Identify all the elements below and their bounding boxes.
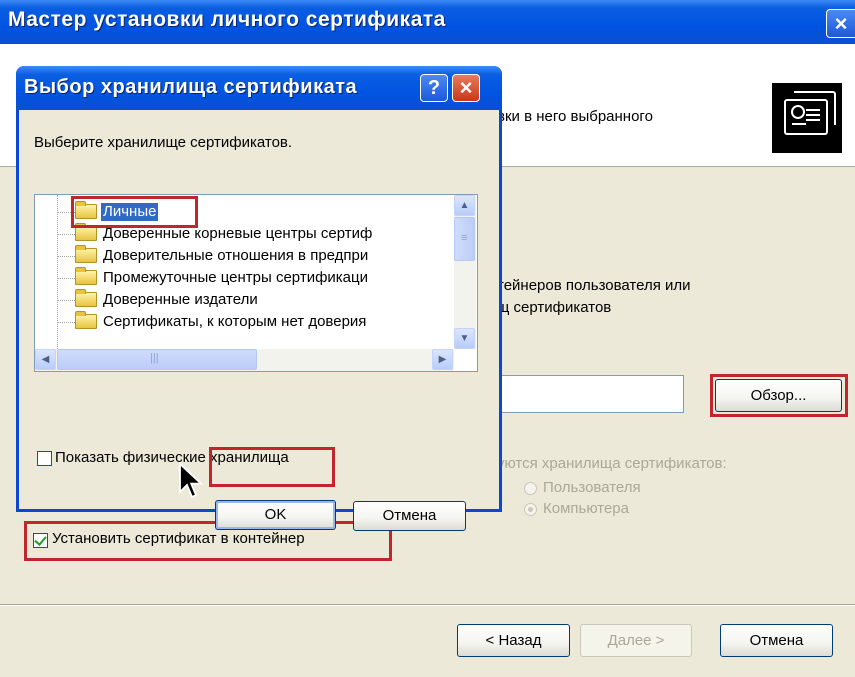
- radio-computer: [524, 503, 537, 516]
- wizard-header-text: вки в него выбранного: [497, 108, 653, 125]
- folder-icon: [75, 289, 97, 307]
- dialog-titlebar: Выбор хранилища сертификата ? ×: [16, 66, 502, 110]
- scroll-down-arrow-icon[interactable]: ▼: [454, 328, 475, 349]
- radio-computer-label: Компьютера: [543, 500, 629, 517]
- scroll-right-arrow-icon[interactable]: ▶: [432, 349, 453, 370]
- scroll-thumb-vertical[interactable]: ≡: [454, 217, 475, 261]
- dialog-title: Выбор хранилища сертификата: [24, 76, 358, 98]
- wizard-title: Мастер установки личного сертификата: [8, 8, 446, 31]
- horizontal-scrollbar[interactable]: ◀ ||| ▶: [35, 349, 454, 371]
- back-button-label: < Назад: [485, 632, 542, 649]
- tree-item-label: Доверенные издатели: [103, 291, 258, 308]
- next-button: Далее >: [580, 624, 692, 657]
- tree-item-label: Доверительные отношения в предпри: [103, 247, 369, 264]
- dialog-cancel-label: Отмена: [382, 507, 437, 524]
- vertical-scrollbar[interactable]: ▲ ≡ ▼: [454, 195, 476, 349]
- dialog-cancel-button[interactable]: Отмена: [353, 501, 466, 531]
- tree-item-3[interactable]: Промежуточные центры сертификаци: [35, 267, 435, 289]
- mouse-cursor-icon: [179, 462, 204, 499]
- certificate-icon: [772, 83, 842, 153]
- ok-button[interactable]: OK: [215, 500, 336, 530]
- dialog-close-icon[interactable]: ×: [452, 74, 480, 102]
- scroll-left-arrow-icon[interactable]: ◀: [35, 349, 56, 370]
- tree-item-label: Промежуточные центры сертификаци: [103, 269, 368, 286]
- selected-store-highlight: [71, 196, 198, 228]
- tree-item-label: Сертификаты, к которым нет доверия: [103, 313, 367, 330]
- install-checkbox-highlight: [24, 521, 392, 561]
- help-icon[interactable]: ?: [420, 74, 448, 102]
- wizard-titlebar: Мастер установки личного сертификата ×: [0, 0, 855, 44]
- back-button[interactable]: < Назад: [457, 624, 570, 657]
- show-physical-checkbox[interactable]: [37, 451, 52, 466]
- scroll-up-arrow-icon[interactable]: ▲: [454, 195, 475, 216]
- radio-user-label: Пользователя: [543, 479, 641, 496]
- radio-user: [524, 482, 537, 495]
- folder-icon: [75, 245, 97, 263]
- dialog-prompt: Выберите хранилище сертификатов.: [34, 134, 293, 151]
- store-group-label: уются хранилища сертификатов:: [497, 455, 727, 472]
- browse-button-highlight: [710, 374, 848, 417]
- wizard-body-line1: тейнеров пользователя или: [497, 277, 691, 294]
- wizard-separator: [0, 604, 855, 606]
- tree-item-4[interactable]: Доверенные издатели: [35, 289, 435, 311]
- wizard-body-line2: щ сертификатов: [497, 299, 612, 316]
- ok-button-highlight: [209, 447, 335, 487]
- tree-item-5[interactable]: Сертификаты, к которым нет доверия: [35, 311, 435, 341]
- wizard-cancel-label: Отмена: [749, 632, 804, 649]
- wizard-cancel-button[interactable]: Отмена: [720, 624, 833, 657]
- folder-icon: [75, 267, 97, 285]
- store-select-dialog: Выбор хранилища сертификата ? × Выберите…: [16, 66, 502, 531]
- tree-item-2[interactable]: Доверительные отношения в предпри: [35, 245, 435, 267]
- scroll-thumb-horizontal[interactable]: |||: [57, 349, 257, 370]
- folder-icon: [75, 223, 97, 241]
- folder-icon: [75, 311, 97, 329]
- wizard-close-icon[interactable]: ×: [826, 9, 855, 38]
- next-button-label: Далее >: [607, 632, 665, 649]
- container-path-field[interactable]: [497, 375, 684, 413]
- ok-button-label: OK: [264, 506, 287, 523]
